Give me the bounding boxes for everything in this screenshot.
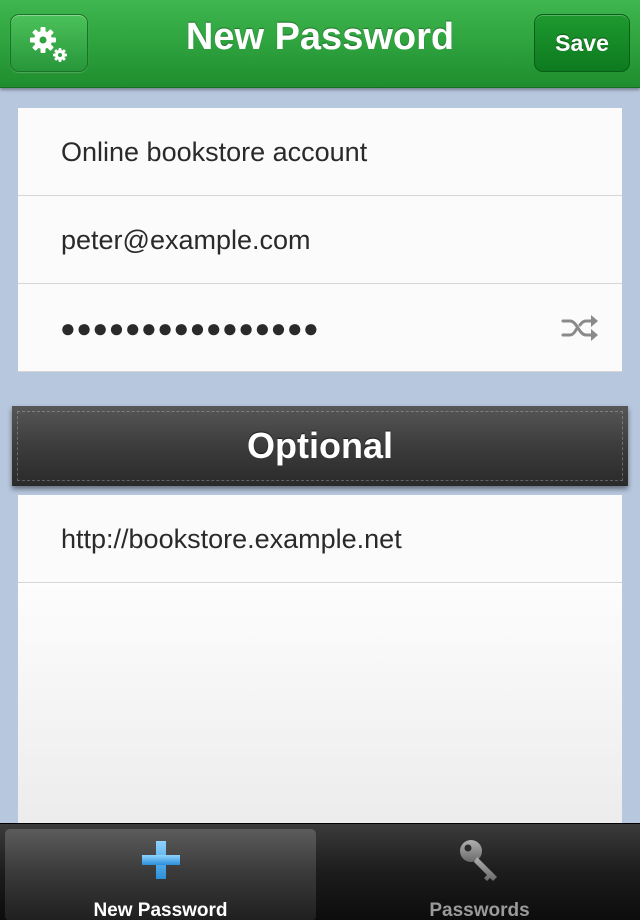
tab-new-password[interactable]: New Password — [5, 829, 316, 920]
save-button[interactable]: Save — [534, 14, 630, 72]
username-field[interactable]: peter@example.com — [18, 196, 622, 284]
password-field[interactable]: ●●●●●●●●●●●●●●●● — [18, 284, 622, 372]
url-field[interactable]: http://bookstore.example.net — [18, 495, 622, 583]
navigation-bar: New Password Save — [0, 0, 640, 88]
optional-section-header: Optional — [12, 406, 628, 486]
optional-header-label: Optional — [247, 425, 393, 466]
key-icon — [460, 840, 497, 881]
notes-field[interactable] — [18, 583, 622, 823]
title-field-value: Online bookstore account — [61, 137, 368, 167]
username-field-value: peter@example.com — [61, 225, 311, 255]
title-field[interactable]: Online bookstore account — [18, 108, 622, 196]
tab-new-password-label: New Password — [93, 900, 228, 920]
shuffle-icon[interactable] — [560, 312, 600, 344]
url-field-value: http://bookstore.example.net — [61, 524, 402, 554]
tab-passwords[interactable]: Passwords — [324, 829, 635, 920]
plus-icon — [142, 841, 180, 879]
tab-passwords-label: Passwords — [429, 900, 530, 920]
password-field-value: ●●●●●●●●●●●●●●●● — [60, 313, 320, 343]
tab-bar: New Password Passwords — [0, 823, 640, 920]
